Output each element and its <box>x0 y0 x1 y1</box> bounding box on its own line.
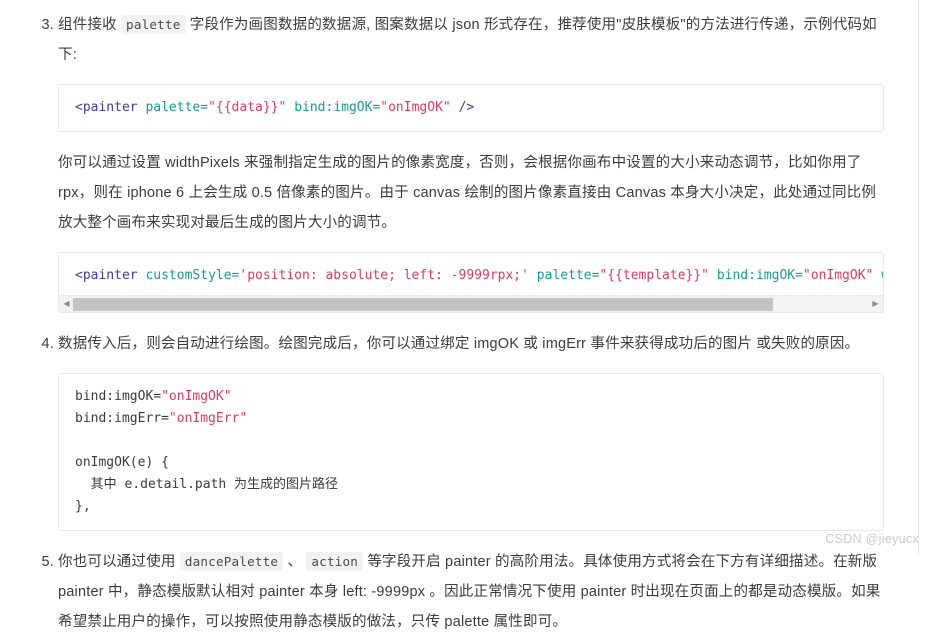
csdn-watermark: CSDN @jieyucx <box>825 532 919 546</box>
code-token: /> <box>458 100 475 115</box>
paragraph-text: 你可以通过设置 widthPixels 来强制指定生成的图片的像素宽度，否则，会… <box>58 155 877 231</box>
list-item-5: 5. 你也可以通过使用 dancePalette 、 action 等字段开启 … <box>42 547 884 637</box>
list-marker: 4. <box>41 336 54 352</box>
code-block-3-content[interactable]: bind:imgOK="onImgOK" bind:imgErr="onImgEr… <box>59 374 883 530</box>
scroll-left-arrow-icon[interactable]: ◀ <box>60 297 73 312</box>
code-block-1-content[interactable]: <painter palette="{{data}}" bind:imgOK="… <box>59 85 883 131</box>
horizontal-scrollbar[interactable]: ◀ ▶ <box>59 295 883 312</box>
code-line: }, <box>75 496 867 518</box>
list-item-5-body: 你也可以通过使用 dancePalette 、 action 等字段开启 pai… <box>58 547 884 637</box>
scrollbar-thumb[interactable] <box>73 297 774 311</box>
code-token: "onImgErr" <box>168 411 248 426</box>
page-divider-rule <box>918 0 919 554</box>
code-token: 其中 e.detail.path 为生成的图片路径 <box>75 477 339 492</box>
scroll-right-arrow-icon[interactable]: ▶ <box>869 297 882 312</box>
code-token: customStyle= <box>145 268 240 283</box>
inline-code-palette: palette <box>121 15 186 34</box>
code-line: onImgOK(e) { <box>75 452 867 474</box>
text-segment: 、 <box>283 554 307 570</box>
text-segment: 你也可以通过使用 <box>58 554 180 570</box>
code-token: }, <box>75 499 91 514</box>
list-marker: 5. <box>41 554 54 570</box>
code-token: "onImgOK" <box>161 389 232 404</box>
code-line: 其中 e.detail.path 为生成的图片路径 <box>75 474 867 496</box>
code-token: bind:imgOK= <box>716 268 803 283</box>
code-token: widthPixe <box>881 268 883 283</box>
code-token: palette= <box>536 268 600 283</box>
code-line: bind:imgErr="onImgErr" <box>75 408 867 430</box>
paragraph-widthpixels: 你可以通过设置 widthPixels 来强制指定生成的图片的像素宽度，否则，会… <box>58 148 884 238</box>
code-token: onImgOK(e) { <box>75 455 169 470</box>
code-block-2-content[interactable]: <painter customStyle='position: absolute… <box>59 253 883 295</box>
code-token: bind:imgOK= <box>294 100 381 115</box>
list-item-3: 3. 组件接收 palette 字段作为画图数据的数据源, 图案数据以 json… <box>42 10 884 70</box>
code-block-3: bind:imgOK="onImgOK" bind:imgErr="onImgEr… <box>58 373 884 531</box>
code-token: 'position: absolute; left: -9999rpx;' <box>239 268 529 283</box>
code-token: bind:imgErr= <box>75 411 169 426</box>
code-token: "{{data}}" <box>208 100 287 115</box>
code-token: "{{template}}" <box>599 268 709 283</box>
text-segment: 组件接收 <box>58 17 122 33</box>
inline-code-action: action <box>306 552 364 571</box>
inline-code-dancepalette: dancePalette <box>179 552 284 571</box>
list-item-4-body: 数据传入后，则会自动进行绘图。绘图完成后，你可以通过绑定 imgOK 或 img… <box>58 336 860 352</box>
list-marker: 3. <box>41 17 54 33</box>
code-token: palette= <box>145 100 209 115</box>
code-token: "onImgOK" <box>380 100 451 115</box>
code-token: <painter <box>75 100 138 115</box>
document-content: 3. 组件接收 palette 字段作为画图数据的数据源, 图案数据以 json… <box>0 0 918 630</box>
list-item-3-body: 组件接收 palette 字段作为画图数据的数据源, 图案数据以 json 形式… <box>58 10 884 70</box>
list-item-4: 4. 数据传入后，则会自动进行绘图。绘图完成后，你可以通过绑定 imgOK 或 … <box>42 329 884 359</box>
code-token: bind:imgOK= <box>75 389 162 404</box>
scrollbar-track[interactable] <box>73 297 869 311</box>
code-token: "onImgOK" <box>802 268 874 283</box>
code-line: bind:imgOK="onImgOK" <box>75 386 867 408</box>
code-token: <painter <box>75 268 138 283</box>
code-block-1: <painter palette="{{data}}" bind:imgOK="… <box>58 84 884 132</box>
code-block-2: <painter customStyle='position: absolute… <box>58 252 884 313</box>
